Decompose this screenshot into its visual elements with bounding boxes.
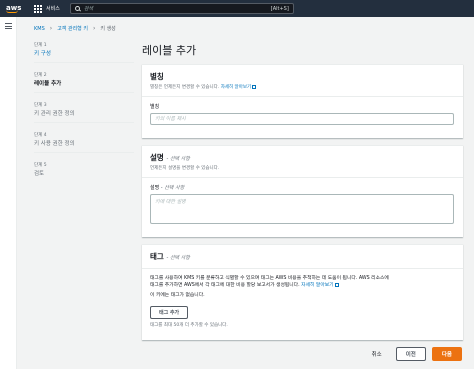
menu-icon[interactable] <box>5 23 12 31</box>
breadcrumb-kms[interactable]: KMS <box>34 26 45 32</box>
tags-desc-line1: 태그를 사용하여 KMS 키를 분류하고 식별할 수 있으며 태그는 AWS 비… <box>150 276 389 281</box>
step-label: 검토 <box>34 171 45 177</box>
optional-label: - 선택 사항 <box>166 156 190 162</box>
next-button[interactable]: 다음 <box>431 347 462 361</box>
cancel-button[interactable]: 취소 <box>372 350 382 358</box>
description-field-label-text: 설명 <box>150 185 160 191</box>
description-title: 설명 - 선택 사항 <box>150 152 455 163</box>
search-bar[interactable]: 검색 [Alt+S] <box>69 3 294 14</box>
alias-title: 별칭 <box>150 72 164 81</box>
search-shortcut-hint: [Alt+S] <box>270 5 289 12</box>
step-4: 단계 4 키 사용 권한 정의 <box>34 132 134 153</box>
description-field-label: 설명 - 선택 사항 <box>150 184 455 191</box>
step-2: 단계 2 레이블 추가 <box>34 72 134 93</box>
step-label: 레이블 추가 <box>34 81 62 87</box>
tags-description: 태그를 사용하여 KMS 키를 분류하고 식별할 수 있으며 태그는 AWS 비… <box>150 275 455 289</box>
breadcrumb-customer-keys[interactable]: 고객 관리형 키 <box>57 25 88 32</box>
side-rail <box>0 17 17 369</box>
services-grid-icon[interactable] <box>34 4 42 13</box>
tags-limit-hint: 태그를 최대 50개 더 추가할 수 있습니다. <box>150 323 228 328</box>
chevron-right-icon: › <box>49 25 53 32</box>
external-link-icon <box>334 282 339 287</box>
add-tag-button[interactable]: 태그 추가 <box>150 306 189 319</box>
step-number: 단계 2 <box>34 73 47 78</box>
step-label: 키 사용 권한 정의 <box>34 141 75 147</box>
step-number: 단계 1 <box>34 43 47 48</box>
aws-logo-text: aws <box>6 3 22 12</box>
optional-label: - 선택 사항 <box>166 255 190 261</box>
search-input[interactable]: 검색 <box>84 5 271 12</box>
description-help: 언제든지 설명을 변경할 수 있습니다. <box>150 166 220 171</box>
step-number: 단계 4 <box>34 133 47 138</box>
alias-panel: 별칭 별칭은 언제든지 변경할 수 있습니다. 자세히 알아보기 별칭 <box>142 64 463 138</box>
step-label[interactable]: 키 구성 <box>34 49 134 57</box>
tags-title: 태그 - 선택 사항 <box>150 251 455 262</box>
previous-button[interactable]: 이전 <box>395 347 426 361</box>
top-navigation: aws 서비스 검색 [Alt+S] <box>0 0 474 17</box>
aws-logo[interactable]: aws <box>6 3 24 13</box>
tags-panel: 태그 - 선택 사항 태그를 사용하여 KMS 키를 분류하고 식별할 수 있으… <box>142 244 463 340</box>
external-link-icon <box>252 84 257 89</box>
wizard-steps: 단계 1 키 구성 단계 2 레이블 추가 단계 3 키 관리 권한 정의 단계… <box>34 42 134 191</box>
services-menu[interactable]: 서비스 <box>46 5 60 12</box>
alias-learn-more-link[interactable]: 자세히 알아보기 <box>221 85 251 90</box>
chevron-right-icon: › <box>92 25 96 32</box>
tags-desc-line2: 태그를 추가하면 AWS에서 각 태그에 대한 비용 할당 보고서가 생성됩니다… <box>150 283 300 288</box>
breadcrumb: KMS › 고객 관리형 키 › 키 생성 <box>34 25 116 32</box>
description-textarea[interactable] <box>150 194 454 224</box>
alias-desc-text: 별칭은 언제든지 변경할 수 있습니다. <box>150 85 220 90</box>
alias-description: 별칭은 언제든지 변경할 수 있습니다. 자세히 알아보기 <box>150 84 455 90</box>
tags-empty-message: 이 키에는 태그가 없습니다. <box>150 293 205 298</box>
alias-input[interactable] <box>150 113 454 125</box>
description-panel: 설명 - 선택 사항 언제든지 설명을 변경할 수 있습니다. 설명 - 선택 … <box>142 145 463 237</box>
page-title: 레이블 추가 <box>142 44 197 57</box>
breadcrumb-create-key: 키 생성 <box>100 26 116 32</box>
description-title-text: 설명 <box>150 153 164 162</box>
alias-field-label: 별칭 <box>150 104 160 110</box>
wizard-footer: 취소 이전 다음 <box>372 347 462 361</box>
step-3: 단계 3 키 관리 권한 정의 <box>34 102 134 123</box>
step-number: 단계 5 <box>34 163 47 168</box>
step-1[interactable]: 단계 1 키 구성 <box>34 42 134 63</box>
step-5: 단계 5 검토 <box>34 162 134 182</box>
step-number: 단계 3 <box>34 103 47 108</box>
tags-learn-more-link[interactable]: 자세히 알아보기 <box>301 283 333 288</box>
optional-label: - 선택 사항 <box>160 185 185 191</box>
tags-title-text: 태그 <box>150 252 164 261</box>
search-icon <box>74 6 80 11</box>
step-label: 키 관리 권한 정의 <box>34 111 75 117</box>
